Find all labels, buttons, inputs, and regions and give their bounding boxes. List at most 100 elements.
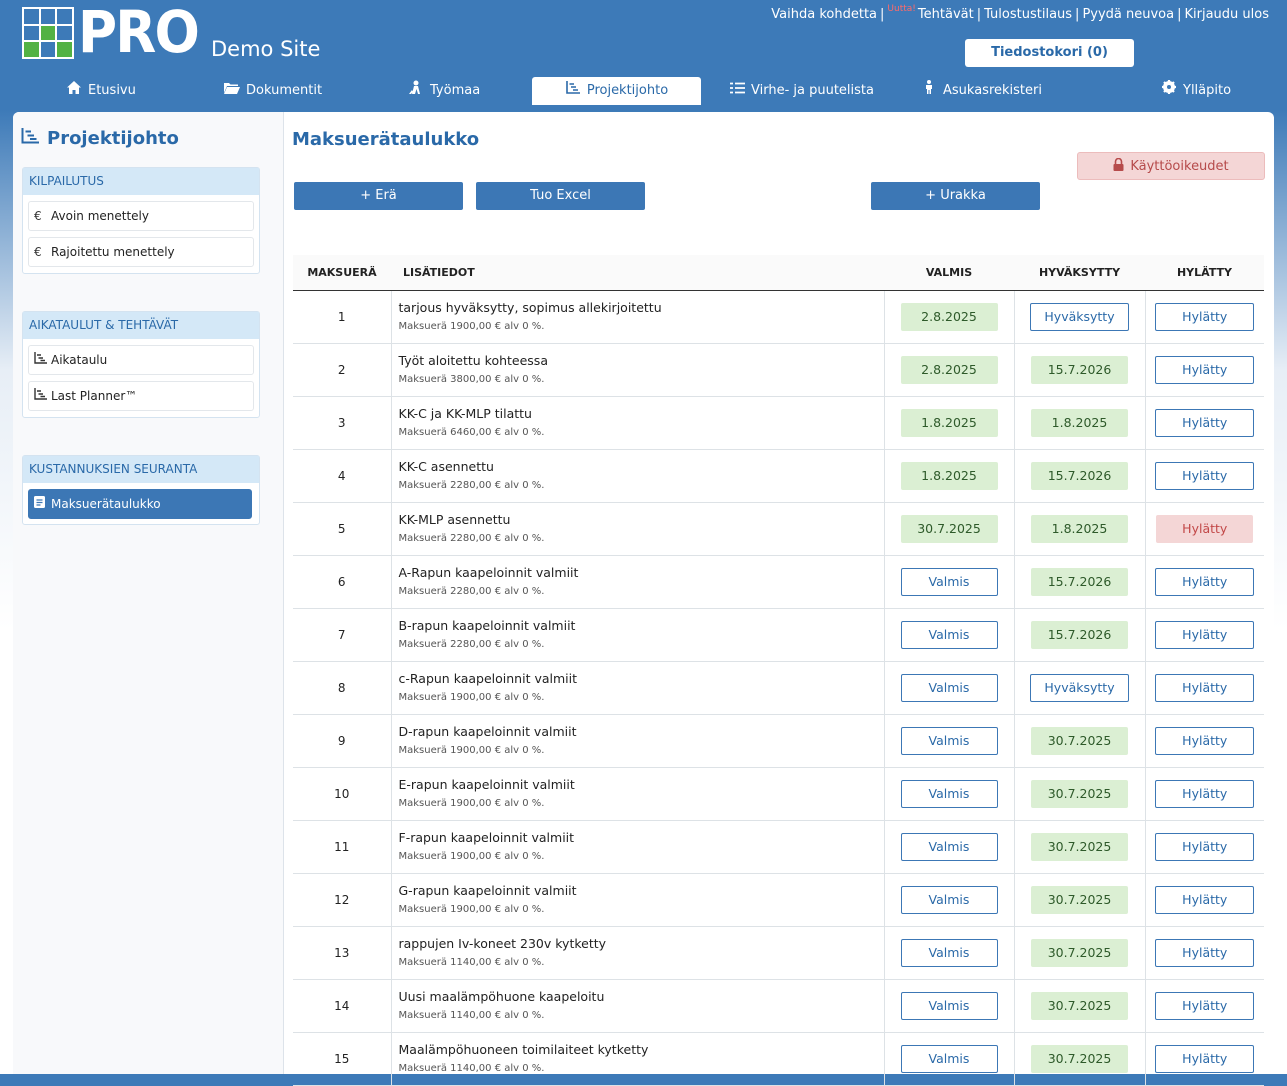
done-date-badge: 2.8.2025: [900, 303, 998, 331]
approved-date-badge: 30.7.2025: [1031, 780, 1128, 808]
approved-cell: Hyväksytty: [1013, 661, 1145, 715]
reject-button[interactable]: Hylätty: [1155, 674, 1255, 702]
batch-info: Maalämpöhuoneen toimilaiteet kytketty Mak…: [390, 1032, 884, 1086]
logout-link[interactable]: Kirjaudu ulos: [1185, 7, 1270, 22]
batch-title: KK-MLP asennettu: [398, 512, 511, 527]
print-order-link[interactable]: Tulostustilaus: [984, 7, 1072, 22]
table-row: 9 D-rapun kaapeloinnit valmiit Maksuerä 19…: [293, 714, 1264, 768]
mark-done-button[interactable]: Valmis: [900, 674, 998, 702]
approved-cell: 15.7.2026: [1013, 608, 1145, 662]
rejected-cell: Hylätty: [1144, 343, 1264, 397]
ask-advice-link[interactable]: Pyydä neuvoa: [1082, 7, 1174, 22]
approved-cell: 15.7.2026: [1013, 555, 1145, 609]
sidebar-item-payment-table[interactable]: Maksuerätaulukko: [28, 489, 252, 519]
batch-number: 15: [293, 1032, 391, 1086]
user-rights-button[interactable]: Käyttöoikeudet: [1077, 152, 1265, 180]
reject-button[interactable]: Hylätty: [1155, 780, 1255, 808]
approve-button[interactable]: Hyväksytty: [1030, 303, 1129, 331]
reject-button[interactable]: Hylätty: [1155, 886, 1255, 914]
batch-title: Maalämpöhuoneen toimilaiteet kytketty: [398, 1042, 649, 1057]
nav-resident-register[interactable]: Asukasrekisteri: [921, 77, 1042, 105]
batch-title: KK-C ja KK-MLP tilattu: [398, 406, 532, 421]
batch-amount: Maksuerä 2280,00 € alv 0 %.: [398, 639, 545, 650]
panel-schedules: AIKATAULUT & TEHTÄVÄT Aikataulu Last Pla…: [22, 311, 260, 418]
approve-button[interactable]: Hyväksytty: [1030, 674, 1129, 702]
reject-button[interactable]: Hylätty: [1155, 409, 1255, 437]
person-icon: [921, 77, 937, 105]
reject-button[interactable]: Hylätty: [1155, 621, 1255, 649]
change-target-link[interactable]: Vaihda kohdetta: [771, 7, 877, 22]
reject-button[interactable]: Hylätty: [1155, 462, 1255, 490]
approved-date-badge: 30.7.2025: [1031, 1045, 1128, 1073]
file-cart-button[interactable]: Tiedostokori (0): [965, 39, 1134, 67]
batch-info: KK-C asennettu Maksuerä 2280,00 € alv 0 %…: [390, 449, 884, 503]
sidebar-item-schedule[interactable]: Aikataulu: [28, 345, 254, 375]
batch-number: 9: [293, 714, 391, 768]
mark-done-button[interactable]: Valmis: [900, 833, 998, 861]
rejected-cell: Hylätty: [1144, 873, 1264, 927]
nav-documents[interactable]: Dokumentit: [224, 77, 322, 105]
reject-button[interactable]: Hylätty: [1155, 1045, 1255, 1073]
sidebar-item-open-procedure[interactable]: € Avoin menettely: [28, 201, 254, 231]
batch-info: F-rapun kaapeloinnit valmiit Maksuerä 190…: [390, 820, 884, 874]
approved-cell: 30.7.2025: [1013, 767, 1145, 821]
batch-amount: Maksuerä 1140,00 € alv 0 %.: [398, 957, 545, 968]
batch-info: B-rapun kaapeloinnit valmiit Maksuerä 228…: [390, 608, 884, 662]
reject-button[interactable]: Hylätty: [1155, 727, 1255, 755]
approved-cell: 1.8.2025: [1013, 502, 1145, 556]
nav-worksite[interactable]: Työmaa: [408, 77, 480, 105]
reject-button[interactable]: Hylätty: [1155, 992, 1255, 1020]
mark-done-button[interactable]: Valmis: [900, 568, 998, 596]
batch-title: G-rapun kaapeloinnit valmiit: [398, 883, 577, 898]
pro-logo[interactable]: PRO: [22, 0, 200, 65]
done-cell: 2.8.2025: [883, 343, 1014, 397]
sidebar-item-restricted-procedure[interactable]: € Rajoitettu menettely: [28, 237, 254, 267]
import-excel-button[interactable]: Tuo Excel: [476, 182, 645, 210]
approved-date-badge: 30.7.2025: [1031, 727, 1128, 755]
euro-icon: €: [34, 245, 42, 259]
batch-amount: Maksuerä 2280,00 € alv 0 %.: [398, 586, 545, 597]
done-cell: 2.8.2025: [883, 290, 1014, 344]
batch-number: 6: [293, 555, 391, 609]
batch-number: 1: [293, 290, 391, 344]
batch-amount: Maksuerä 3800,00 € alv 0 %.: [398, 374, 545, 385]
batch-number: 3: [293, 396, 391, 450]
chart-icon: [34, 346, 47, 374]
batch-info: tarjous hyväksytty, sopimus allekirjoite…: [390, 290, 884, 344]
lock-icon: [1113, 154, 1124, 182]
batch-info: Työt aloitettu kohteessa Maksuerä 3800,00…: [390, 343, 884, 397]
batch-info: KK-MLP asennettu Maksuerä 2280,00 € alv 0…: [390, 502, 884, 556]
mark-done-button[interactable]: Valmis: [900, 780, 998, 808]
reject-button[interactable]: Hylätty: [1155, 568, 1255, 596]
mark-done-button[interactable]: Valmis: [900, 727, 998, 755]
reject-button[interactable]: Hylätty: [1155, 356, 1255, 384]
batch-title: Työt aloitettu kohteessa: [398, 353, 548, 368]
grid-logo-icon: [22, 7, 74, 59]
batch-amount: Maksuerä 1140,00 € alv 0 %.: [398, 1010, 545, 1021]
sidebar-item-last-planner[interactable]: Last Planner™: [28, 381, 254, 411]
done-cell: Valmis: [883, 714, 1014, 768]
column-header-approved: HYVÄKSYTTY: [1014, 255, 1145, 291]
reject-button[interactable]: Hylätty: [1155, 833, 1255, 861]
nav-home[interactable]: Etusivu: [66, 77, 136, 105]
table-row: 13 rappujen Iv-koneet 230v kytketty Maksue…: [293, 926, 1264, 980]
mark-done-button[interactable]: Valmis: [900, 621, 998, 649]
table-row: 7 B-rapun kaapeloinnit valmiit Maksuerä 22…: [293, 608, 1264, 662]
nav-project-management[interactable]: Projektijohto: [532, 77, 701, 105]
approved-cell: Hyväksytty: [1013, 290, 1145, 344]
rejected-cell: Hylätty: [1144, 714, 1264, 768]
mark-done-button[interactable]: Valmis: [900, 939, 998, 967]
reject-button[interactable]: Hylätty: [1155, 939, 1255, 967]
done-cell: Valmis: [883, 820, 1014, 874]
nav-defect-list[interactable]: Virhe- ja puutelista: [729, 77, 874, 105]
nav-admin[interactable]: Ylläpito: [1161, 77, 1231, 105]
tasks-link[interactable]: Tehtävät: [918, 7, 974, 22]
mark-done-button[interactable]: Valmis: [900, 992, 998, 1020]
reject-button[interactable]: Hylätty: [1155, 303, 1255, 331]
add-contract-button[interactable]: + Urakka: [871, 182, 1040, 210]
mark-done-button[interactable]: Valmis: [900, 886, 998, 914]
add-batch-button[interactable]: + Erä: [294, 182, 463, 210]
mark-done-button[interactable]: Valmis: [900, 1045, 998, 1073]
approved-date-badge: 15.7.2026: [1031, 621, 1128, 649]
home-icon: [66, 77, 82, 105]
